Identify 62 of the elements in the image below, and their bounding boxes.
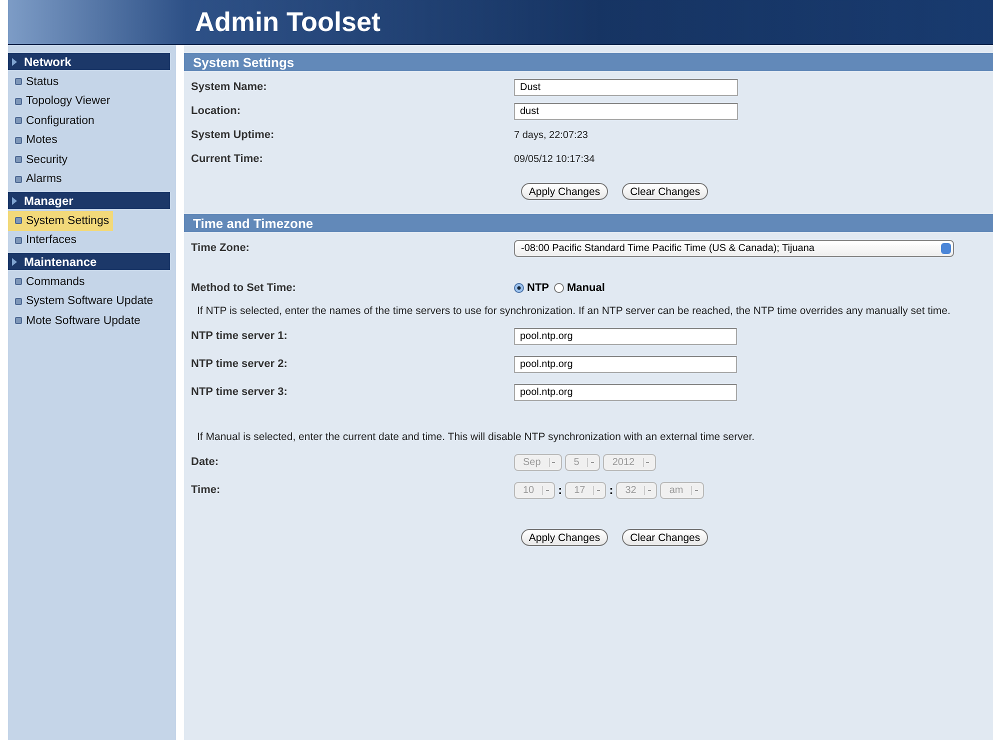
field-label: NTP time server 3: — [191, 386, 288, 398]
value-text: 09/05/12 10:17:34 — [514, 154, 595, 164]
timezone-dropdown[interactable]: -08:00 Pacific Standard Time Pacific Time (US & Canada); Tijuana — [514, 240, 954, 256]
sidebar-section-header[interactable]: Maintenance — [8, 253, 170, 270]
field-label: NTP time server 2: — [191, 358, 288, 370]
help-text: If Manual is selected, enter the current date and time. This will disable NTP synchronization with an external time server. — [196, 430, 756, 445]
sidebar-item[interactable]: Security — [8, 150, 72, 170]
sidebar-item[interactable]: System Settings — [8, 211, 114, 230]
bullet-icon — [15, 217, 22, 224]
help-text: If NTP is selected, enter the names of the time servers to use for synchronization. If an NTP server can be reached, the NTP time overrides any manually set time. — [196, 304, 952, 319]
separator-text: : — [609, 483, 614, 497]
input-field[interactable]: Dust — [514, 78, 738, 96]
bullet-icon — [15, 278, 22, 286]
radio-button[interactable] — [514, 283, 524, 293]
field-label: Time Zone: — [191, 242, 250, 254]
sidebar-section-header[interactable]: Manager — [8, 192, 170, 209]
field-label: Location: — [191, 105, 242, 117]
app-title: Admin Toolset — [195, 6, 380, 38]
field-label: NTP time server 1: — [191, 330, 288, 342]
triangle-icon — [12, 258, 17, 266]
bullet-icon — [15, 156, 22, 164]
bullet-icon — [15, 236, 22, 244]
sidebar-item[interactable]: System Software Update — [8, 292, 158, 311]
sidebar-item[interactable]: Interfaces — [8, 230, 80, 250]
bullet-icon — [15, 298, 22, 305]
bullet-icon — [15, 78, 22, 86]
radio-label[interactable]: NTP — [527, 282, 549, 294]
input-field[interactable]: pool.ntp.org — [514, 384, 737, 400]
field-label: System Name: — [191, 81, 268, 93]
action-button[interactable]: Clear Changes — [622, 529, 708, 546]
triangle-icon — [12, 196, 17, 204]
sidebar-item[interactable]: Mote Software Update — [8, 311, 144, 330]
sidebar-item[interactable]: Topology Viewer — [8, 92, 114, 111]
bullet-icon — [15, 117, 22, 124]
sidebar-item[interactable]: Motes — [8, 130, 62, 150]
radio-button[interactable] — [554, 283, 564, 293]
sidebar-item[interactable]: Status — [8, 72, 63, 92]
field-label: System Uptime: — [191, 129, 276, 141]
section-header: Time and Timezone — [184, 214, 993, 232]
sidebar-section-header[interactable]: Network — [8, 53, 170, 70]
triangle-icon — [12, 58, 17, 66]
bullet-icon — [15, 317, 22, 324]
field-label: Method to Set Time: — [191, 282, 297, 294]
radio-label[interactable]: Manual — [567, 282, 605, 294]
sidebar-item[interactable]: Alarms — [8, 170, 66, 189]
field-label: Date: — [191, 456, 220, 468]
input-field[interactable]: dust — [514, 102, 738, 120]
bullet-icon — [15, 98, 22, 105]
sidebar-item[interactable]: Configuration — [8, 111, 98, 130]
sidebar-item[interactable]: Commands — [8, 272, 89, 292]
separator-text: : — [558, 483, 562, 497]
bullet-icon — [15, 136, 22, 144]
bullet-icon — [15, 176, 22, 183]
input-field[interactable]: pool.ntp.org — [514, 328, 737, 344]
action-button[interactable]: Clear Changes — [622, 183, 708, 200]
action-button[interactable]: Apply Changes — [520, 183, 608, 200]
value-text: 7 days, 22:07:23 — [514, 130, 588, 140]
input-field[interactable]: pool.ntp.org — [514, 356, 737, 372]
field-label: Time: — [191, 484, 222, 496]
action-button[interactable]: Apply Changes — [520, 529, 608, 546]
field-label: Current Time: — [191, 153, 264, 165]
section-header: System Settings — [184, 53, 993, 71]
